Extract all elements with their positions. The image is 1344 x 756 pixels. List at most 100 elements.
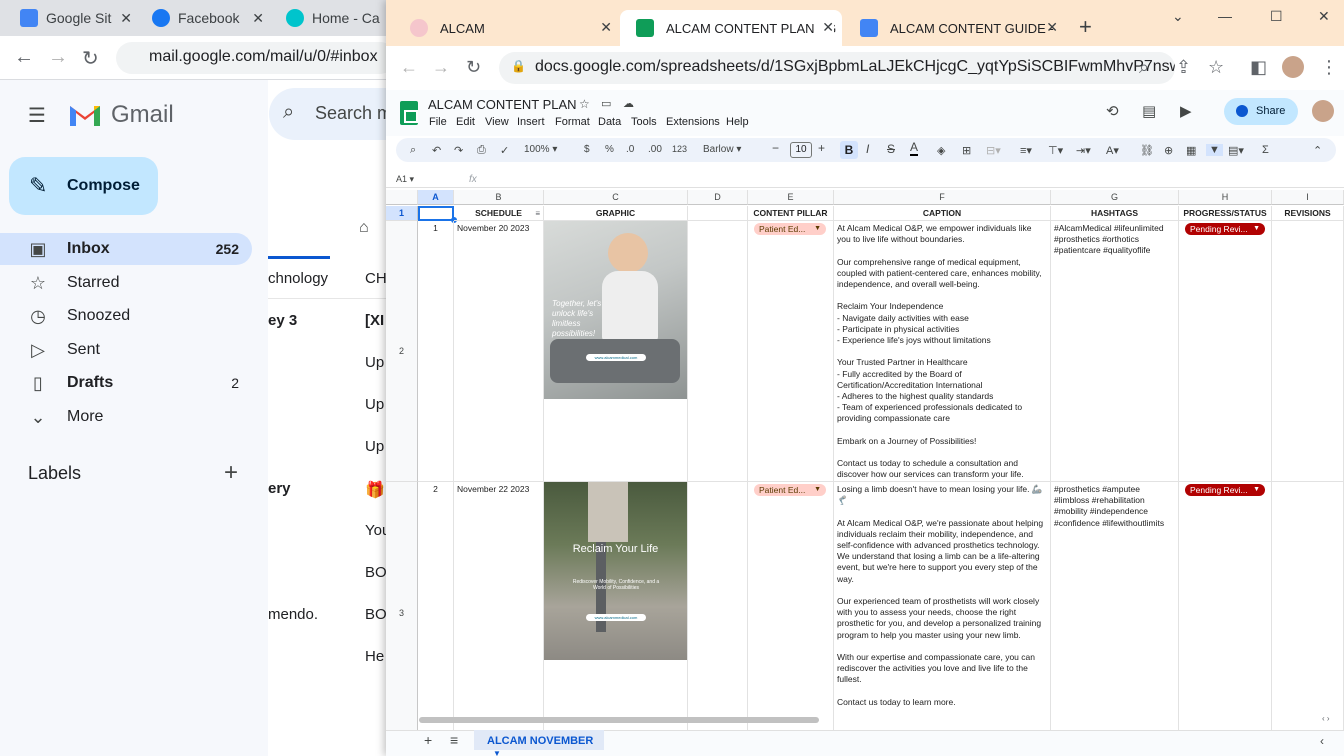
cell-number[interactable]: 1 <box>418 221 454 482</box>
nav-sent[interactable]: ▷ Sent <box>0 334 252 366</box>
cell-empty-d[interactable] <box>688 221 748 482</box>
account-avatar[interactable] <box>1312 100 1334 122</box>
row-header-2[interactable]: 2 <box>386 221 418 482</box>
insert-comment-icon[interactable]: ⊕ <box>1164 144 1173 157</box>
email-subject[interactable]: BO <box>365 564 387 581</box>
undo-icon[interactable]: ↶ <box>432 144 441 157</box>
font-select[interactable]: Barlow ▾ <box>703 144 741 155</box>
close-icon[interactable]: ✕ <box>252 10 264 27</box>
email-sender[interactable]: chnology <box>268 270 328 287</box>
chevron-down-icon[interactable]: ▼ <box>493 749 501 756</box>
cell-schedule[interactable]: November 20 2023 <box>454 221 544 482</box>
forward-arrow-icon[interactable]: → <box>432 57 450 78</box>
cell-revisions[interactable] <box>1272 482 1344 730</box>
address-bar[interactable]: mail.google.com/mail/u/0/#inbox <box>116 42 396 74</box>
maximize-icon[interactable]: ☐ <box>1270 8 1283 25</box>
cell-caption[interactable]: At Alcam Medical O&P, we empower individ… <box>834 221 1051 482</box>
email-sender[interactable]: mendo. <box>268 606 318 623</box>
star-icon[interactable]: ☆ <box>579 97 590 111</box>
column-header-g[interactable]: G <box>1051 190 1179 205</box>
column-header-i[interactable]: I <box>1272 190 1344 205</box>
menu-extensions[interactable]: Extensions <box>666 116 720 128</box>
search-menus-icon[interactable]: ⌕ <box>410 144 416 157</box>
sheet-tab-alcam-november[interactable]: ALCAM NOVEMBER ▼ <box>474 730 604 756</box>
zoom-icon[interactable]: ⌕ <box>1139 57 1149 78</box>
name-box[interactable]: A1 ▾ <box>396 174 414 185</box>
text-color-icon[interactable]: A <box>910 141 919 156</box>
font-size-increase-icon[interactable]: + <box>818 141 825 155</box>
filter-icon[interactable]: ≡ <box>535 208 540 219</box>
address-bar[interactable]: 🔒 docs.google.com/spreadsheets/d/1SGxjBp… <box>499 52 1175 84</box>
cell-empty-d[interactable] <box>688 482 748 730</box>
email-sender[interactable]: ey 3 <box>268 312 297 329</box>
increase-decimal-button[interactable]: .00 <box>648 144 662 155</box>
gmail-search-input[interactable]: ⌕ Search m <box>269 88 399 140</box>
profile-avatar[interactable] <box>1282 56 1304 78</box>
font-size-decrease-icon[interactable]: − <box>772 141 779 155</box>
decrease-decimal-button[interactable]: .0 <box>626 144 634 155</box>
bold-button[interactable]: B <box>840 141 858 159</box>
close-icon[interactable]: ✕ <box>1046 19 1058 36</box>
cell-progress-status[interactable]: Pending Revi... ▼ <box>1179 482 1272 730</box>
reload-icon[interactable]: ↻ <box>82 46 99 71</box>
close-icon[interactable]: ✕ <box>818 19 834 36</box>
row-header-3[interactable]: 3 <box>386 482 418 730</box>
filter-views-icon[interactable]: ▤▾ <box>1228 144 1244 157</box>
insert-link-icon[interactable]: ⛓ <box>1140 144 1154 157</box>
compose-button[interactable]: ✎ Compose <box>9 157 158 215</box>
text-rotation-icon[interactable]: A▾ <box>1106 144 1119 157</box>
new-tab-plus-icon[interactable]: + <box>1079 14 1092 40</box>
cell-a1-selected[interactable] <box>418 206 454 221</box>
nav-inbox[interactable]: ▣ Inbox 252 <box>0 233 252 265</box>
borders-icon[interactable]: ⊞ <box>962 144 971 157</box>
forward-arrow-icon[interactable]: → <box>48 46 68 69</box>
nav-drafts[interactable]: ▯ Drafts 2 <box>0 367 252 399</box>
add-sheet-icon[interactable]: + <box>424 732 432 748</box>
insert-chart-icon[interactable]: ▦ <box>1186 144 1196 157</box>
column-header-f[interactable]: F <box>834 190 1051 205</box>
window-close-icon[interactable]: ✕ <box>1318 8 1330 25</box>
version-history-icon[interactable]: ⟲ <box>1106 102 1119 120</box>
tab-content-guide[interactable]: ALCAM CONTENT GUIDE - ✕ <box>844 10 1066 46</box>
header-graphic[interactable]: GRAPHIC <box>544 206 688 221</box>
column-header-c[interactable]: C <box>544 190 688 205</box>
percent-format-button[interactable]: % <box>605 144 614 155</box>
cell-caption[interactable]: Losing a limb doesn't have to mean losin… <box>834 482 1051 730</box>
cell-graphic[interactable]: Reclaim Your Life Rediscover Mobility, C… <box>544 482 688 730</box>
status-dropdown[interactable]: Pending Revi... ▼ <box>1185 484 1265 496</box>
select-all-corner[interactable] <box>386 190 418 205</box>
email-subject[interactable]: [XI <box>365 312 384 329</box>
redo-icon[interactable]: ↷ <box>454 144 463 157</box>
header-empty-d[interactable] <box>688 206 748 221</box>
horizontal-align-icon[interactable]: ≡▾ <box>1020 144 1032 157</box>
menu-help[interactable]: Help <box>726 116 749 128</box>
horizontal-scrollbar[interactable] <box>419 717 819 723</box>
email-subject[interactable]: Up <box>365 354 384 371</box>
main-menu-icon[interactable]: ☰ <box>28 103 46 128</box>
print-icon[interactable]: ⎙ <box>477 144 486 157</box>
header-progress-status[interactable]: PROGRESS/STATUS <box>1179 206 1272 221</box>
cell-schedule[interactable]: November 22 2023 <box>454 482 544 730</box>
paint-format-icon[interactable]: ✓ <box>500 144 509 157</box>
italic-button[interactable]: I <box>866 142 869 156</box>
side-panel-icon[interactable]: ◧ <box>1250 57 1267 78</box>
text-wrapping-icon[interactable]: ⇥▾ <box>1076 144 1091 157</box>
merge-cells-icon[interactable]: ⊟▾ <box>986 144 1001 157</box>
content-pillar-dropdown[interactable]: Patient Ed... ▼ <box>754 484 826 496</box>
email-subject[interactable]: BO <box>365 606 387 623</box>
reload-icon[interactable]: ↻ <box>466 57 481 78</box>
header-schedule[interactable]: SCHEDULE ≡ <box>454 206 544 221</box>
tab-alcam[interactable]: ALCAM ✕ <box>394 10 620 46</box>
email-subject[interactable]: Up <box>365 396 384 413</box>
kebab-menu-icon[interactable]: ⋮ <box>1320 57 1338 78</box>
status-dropdown[interactable]: Pending Revi... ▼ <box>1185 223 1265 235</box>
sheet-nav-left-icon[interactable]: ‹ <box>1320 734 1324 748</box>
header-content-pillar[interactable]: CONTENT PILLAR <box>748 206 834 221</box>
back-arrow-icon[interactable]: ← <box>400 57 418 78</box>
content-pillar-dropdown[interactable]: Patient Ed... ▼ <box>754 223 826 235</box>
cell-content-pillar[interactable]: Patient Ed... ▼ <box>748 482 834 730</box>
cell-hashtags[interactable]: #prosthetics #amputee #limbloss #rehabil… <box>1051 482 1179 730</box>
font-size-input[interactable]: 10 <box>790 142 812 158</box>
column-header-a[interactable]: A <box>418 190 454 205</box>
sheets-logo-icon[interactable] <box>400 101 418 125</box>
